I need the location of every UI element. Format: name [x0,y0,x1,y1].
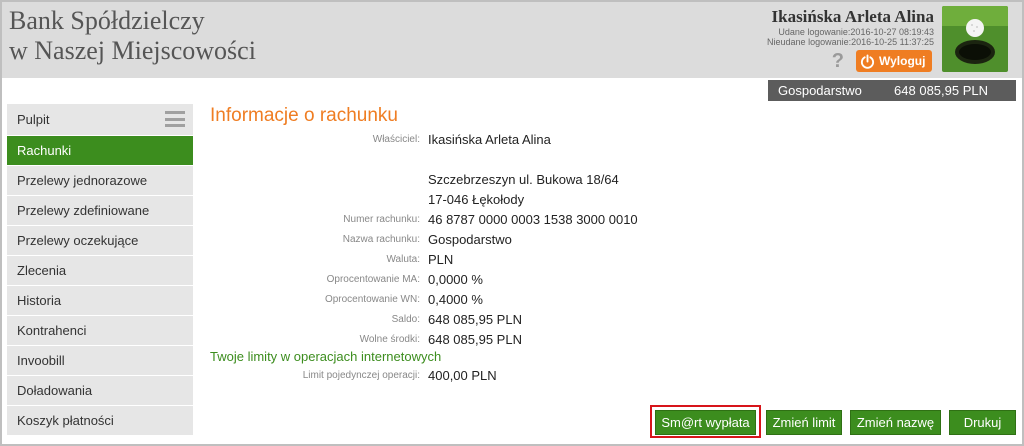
sidebar-item-invoobill[interactable]: Invoobill [7,345,193,375]
balance-label: Saldo: [391,313,420,325]
owner-row: Właściciel: Ikasińska Arleta Alina [210,129,810,149]
logout-label: Wyloguj [879,54,926,68]
sidebar-item-label: Przelewy jednorazowe [17,173,148,188]
sidebar-item-zlecenia[interactable]: Zlecenia [7,255,193,285]
sidebar-item-label: Pulpit [17,112,50,127]
balance-amount: 648 085,95 PLN [894,83,988,98]
sidebar-item-label: Kontrahenci [17,323,87,338]
sidebar-item-pulpit[interactable]: Pulpit [7,103,193,135]
available-funds-row: Wolne środki: 648 085,95 PLN [210,329,810,349]
single-limit-label: Limit pojedynczej operacji: [302,369,420,381]
account-balance-bar[interactable]: Gospodarstwo 648 085,95 PLN [768,80,1016,101]
sidebar-item-przelewy-zdefiniowane[interactable]: Przelewy zdefiniowane [7,195,193,225]
power-icon [860,53,875,69]
currency-label: Waluta: [386,253,420,265]
owner-value: Ikasińska Arleta Alina [428,131,551,147]
failed-login-info: Nieudane logowanie:2016-10-25 11:37:25 [767,37,934,47]
sidebar-item-label: Rachunki [17,143,72,158]
bank-name-line1: Bank Spółdzielczy [9,6,205,35]
sidebar-item-koszyk-platnosci[interactable]: Koszyk płatności [7,405,193,435]
sidebar-item-historia[interactable]: Historia [7,285,193,315]
logout-button[interactable]: Wyloguj [856,50,932,72]
address-line1: Szczebrzeszyn ul. Bukowa 18/64 [428,171,619,187]
balance-account-name: Gospodarstwo [778,83,862,98]
interest-ma-label: Oprocentowanie MA: [326,273,420,285]
sidebar-item-label: Zlecenia [17,263,67,278]
address-line2-row: 17-046 Łękołody [210,189,810,209]
sidebar-item-label: Invoobill [17,353,65,368]
user-info: Ikasińska Arleta Alina Udane logowanie:2… [767,7,934,47]
header: Bank Spółdzielczy w Naszej Miejscowości … [2,2,1022,78]
sidebar-item-label: Doładowania [17,383,93,398]
interest-ma-value: 0,0000 % [428,271,483,287]
account-info-table: Właściciel: Ikasińska Arleta Alina Szcze… [210,129,810,385]
currency-value: PLN [428,251,454,267]
account-name-value: Gospodarstwo [428,231,512,247]
balance-row: Saldo: 648 085,95 PLN [210,309,810,329]
sidebar-item-kontrahenci[interactable]: Kontrahenci [7,315,193,345]
help-icon[interactable]: ? [832,51,844,71]
bank-name: Bank Spółdzielczy w Naszej Miejscowości [9,6,256,66]
smart-payout-button[interactable]: Sm@rt wypłata [655,410,756,435]
account-number-label: Numer rachunku: [343,213,420,225]
sidebar-item-label: Przelewy oczekujące [17,233,139,248]
available-funds-label: Wolne środki: [359,333,420,345]
account-number-value: 46 8787 0000 0003 1538 3000 0010 [428,211,638,227]
limits-section-title: Twoje limity w operacjach internetowych [210,349,442,364]
sidebar: Pulpit Rachunki Przelewy jednorazowe Prz… [7,103,193,435]
sidebar-item-przelewy-oczekujace[interactable]: Przelewy oczekujące [7,225,193,255]
address-line2: 17-046 Łękołody [428,191,525,207]
interest-wn-value: 0,4000 % [428,291,483,307]
interest-wn-row: Oprocentowanie WN: 0,4000 % [210,289,810,309]
sidebar-item-rachunki[interactable]: Rachunki [7,135,193,165]
sidebar-item-label: Historia [17,293,62,308]
spacer-row [210,149,810,169]
change-name-button[interactable]: Zmień nazwę [850,410,941,435]
interest-ma-row: Oprocentowanie MA: 0,0000 % [210,269,810,289]
change-limit-button[interactable]: Zmień limit [766,410,842,435]
balance-value: 648 085,95 PLN [428,311,522,327]
hamburger-menu-icon[interactable] [165,111,185,127]
bank-name-line2: w Naszej Miejscowości [9,36,256,65]
sidebar-item-label: Przelewy zdefiniowane [17,203,150,218]
account-number-row: Numer rachunku: 46 8787 0000 0003 1538 3… [210,209,810,229]
address-line1-row: Szczebrzeszyn ul. Bukowa 18/64 [210,169,810,189]
golf-ball-avatar-icon [942,6,1008,72]
available-funds-value: 648 085,95 PLN [428,331,522,347]
print-button[interactable]: Drukuj [949,410,1016,435]
single-limit-row: Limit pojedynczej operacji: 400,00 PLN [210,365,810,385]
user-name: Ikasińska Arleta Alina [771,7,935,26]
interest-wn-label: Oprocentowanie WN: [324,293,420,305]
account-name-label: Nazwa rachunku: [342,233,420,245]
sidebar-item-przelewy-jednorazowe[interactable]: Przelewy jednorazowe [7,165,193,195]
main-content: Informacje o rachunku Właściciel: Ikasiń… [210,104,1016,440]
account-name-row: Nazwa rachunku: Gospodarstwo [210,229,810,249]
sidebar-item-doladowania[interactable]: Doładowania [7,375,193,405]
successful-login-info: Udane logowanie:2016-10-27 08:19:43 [778,27,934,37]
currency-row: Waluta: PLN [210,249,810,269]
owner-label: Właściciel: [372,133,420,145]
sidebar-item-label: Koszyk płatności [17,413,114,428]
single-limit-value: 400,00 PLN [428,367,497,383]
page-title: Informacje o rachunku [210,105,398,126]
